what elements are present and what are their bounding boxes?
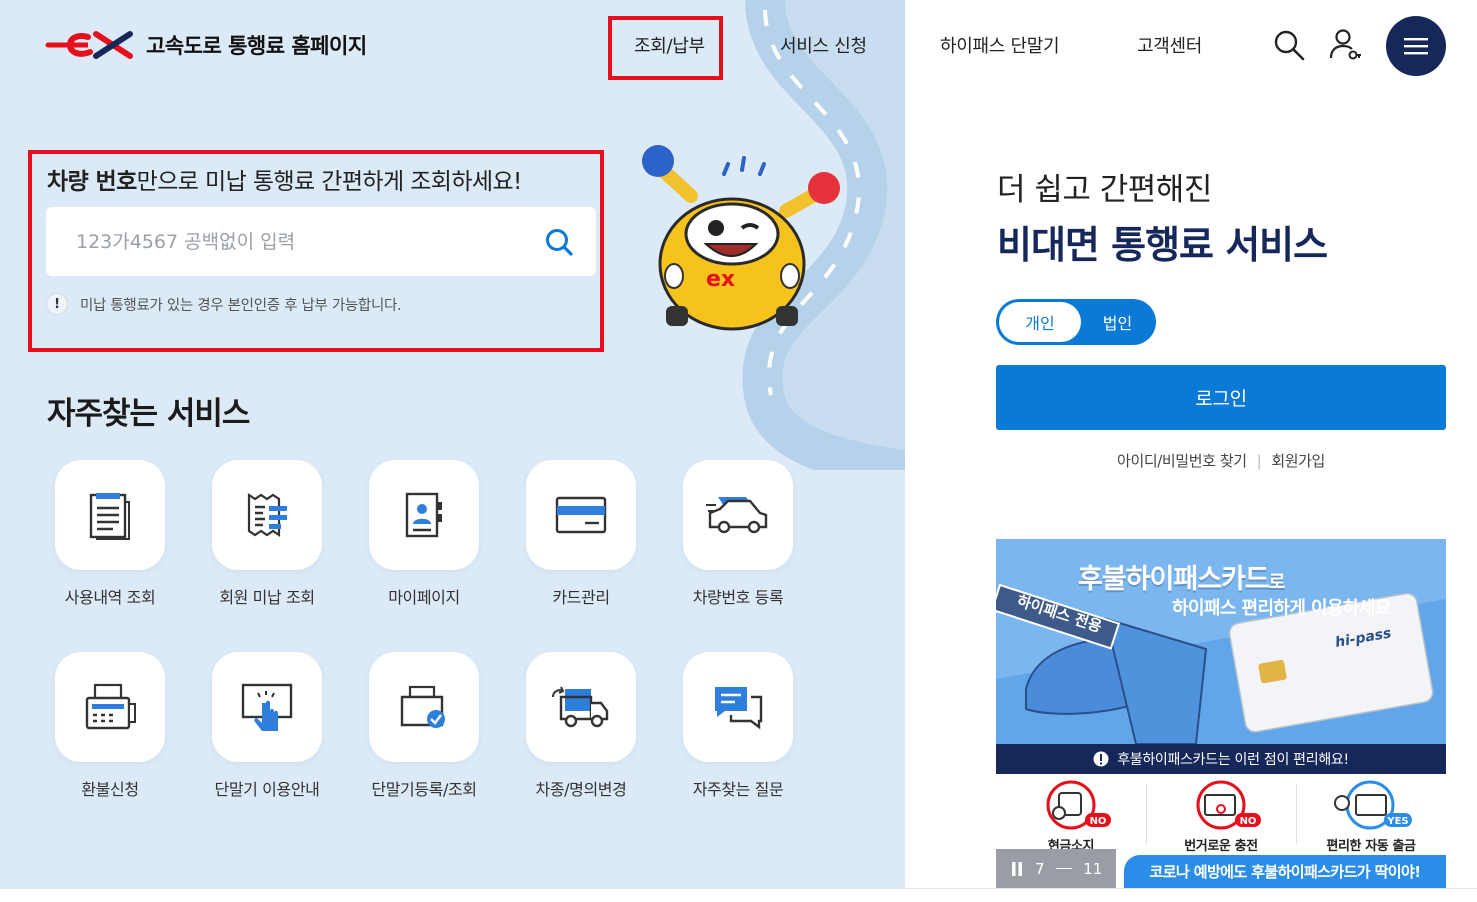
nav-service-apply[interactable]: 서비스 신청 <box>780 32 867 58</box>
nav-hipass-device[interactable]: 하이패스 단말기 <box>940 32 1060 58</box>
pager-divider <box>1055 868 1072 869</box>
service-label: 카드관리 <box>552 588 610 607</box>
search-heading: 차량 번호만으로 미납 통행료 간편하게 조회하세요! <box>47 162 522 196</box>
service-faq[interactable]: 자주찾는 질문 <box>663 652 813 822</box>
banner-pager: 7 11 <box>996 849 1116 888</box>
login-links: 아이디/비밀번호 찾기 | 회원가입 <box>996 450 1446 471</box>
feature-label: 편리한 자동 출금 <box>1326 839 1416 854</box>
service-vehicle-owner-change[interactable]: 차종/명의변경 <box>506 652 656 822</box>
service-device-guide[interactable]: 단말기 이용안내 <box>192 652 342 822</box>
truck-change-icon <box>552 686 609 728</box>
user-profile-icon <box>405 492 442 538</box>
member-type-toggle: 개인 법인 <box>996 299 1156 345</box>
pager-current: 7 <box>1034 859 1045 878</box>
ex-logo-icon <box>45 31 133 59</box>
service-label: 회원 미납 조회 <box>219 588 315 607</box>
service-refund[interactable]: 환불신청 <box>35 652 185 822</box>
service-vehicle-register[interactable]: 차량번호 등록 <box>663 460 813 630</box>
service-label: 차종/명의변경 <box>535 780 627 799</box>
user-login-icon[interactable] <box>1328 28 1362 62</box>
feature-autopay: YES 편리한 자동 출금 <box>1296 779 1446 854</box>
service-tile <box>212 460 322 570</box>
service-label: 자주찾는 질문 <box>692 780 784 799</box>
service-tile <box>212 652 322 762</box>
info-exclamation-icon <box>1093 751 1109 767</box>
toggle-personal[interactable]: 개인 <box>999 302 1081 342</box>
banner-headline-suffix: 로 <box>1268 572 1286 593</box>
nav-customer-center[interactable]: 고객센터 <box>1137 32 1202 58</box>
service-tile <box>55 460 165 570</box>
service-label: 단말기등록/조회 <box>371 780 477 799</box>
menu-icon <box>1404 38 1428 55</box>
nav-inquiry-payment[interactable]: 조회/납부 <box>634 32 705 58</box>
device-check-icon <box>400 685 445 728</box>
exclamation-icon: ! <box>46 293 68 315</box>
notice-text: 미납 통행료가 있는 경우 본인인증 후 납부 가능합니다. <box>80 297 402 314</box>
hamburger-menu-button[interactable] <box>1386 16 1446 76</box>
login-title: 비대면 통행료 서비스 <box>997 223 1328 267</box>
feature-label: 번거로운 충전 <box>1184 839 1258 854</box>
toggle-corporate[interactable]: 법인 <box>1082 302 1153 342</box>
service-label: 차량번호 등록 <box>692 588 784 607</box>
banner-headline-main: 후불하이패스카드 <box>1078 564 1270 595</box>
service-label: 단말기 이용안내 <box>214 780 320 799</box>
service-tile <box>683 652 793 762</box>
card-no-icon: NO <box>1196 780 1261 830</box>
feature-badge: NO <box>1240 816 1257 827</box>
banner-info-strip: 후불하이패스카드는 이런 점이 편리해요! <box>996 744 1446 774</box>
mascot-car-illustration: ex <box>642 145 840 331</box>
chat-bubble-icon <box>715 687 763 730</box>
frequent-services-title: 자주찾는 서비스 <box>47 396 250 432</box>
service-member-unpaid[interactable]: 회원 미납 조회 <box>192 460 342 630</box>
service-tile <box>369 460 479 570</box>
service-label: 환불신청 <box>81 780 139 799</box>
service-label: 마이페이지 <box>388 588 460 607</box>
search-heading-bold: 차량 번호 <box>47 169 137 195</box>
service-tile <box>526 652 636 762</box>
login-button[interactable]: 로그인 <box>996 365 1446 430</box>
search-heading-rest: 만으로 미납 통행료 간편하게 조회하세요! <box>136 169 523 195</box>
feature-badge: NO <box>1090 816 1107 827</box>
find-id-password-link[interactable]: 아이디/비밀번호 찾기 <box>1117 452 1247 470</box>
promo-banner[interactable]: 하이패스 전용 hi-pass 후불하이패스카드로 하이패스 편리하게 이용하세… <box>996 539 1446 888</box>
fax-machine-icon <box>85 683 136 730</box>
vehicle-search-field <box>46 207 596 276</box>
site-logo[interactable]: 고속도로 통행료 홈페이지 <box>44 28 367 62</box>
service-mypage[interactable]: 마이페이지 <box>349 460 499 630</box>
join-link[interactable]: 회원가입 <box>1271 452 1325 470</box>
service-tile <box>369 652 479 762</box>
service-tile <box>683 460 793 570</box>
service-card-management[interactable]: 카드관리 <box>506 460 656 630</box>
feature-badge: YES <box>1386 816 1408 827</box>
feature-charge: NO 번거로운 충전 <box>1146 779 1296 854</box>
footer-strip <box>0 888 1477 902</box>
login-subtitle: 더 쉽고 간편해진 <box>997 172 1212 208</box>
service-label: 사용내역 조회 <box>64 588 156 607</box>
search-submit-icon[interactable] <box>544 227 574 257</box>
banner-caption: 코로나 예방에도 후불하이패스카드가 딱이야! <box>1124 855 1446 888</box>
link-separator: | <box>1256 452 1262 470</box>
service-device-register[interactable]: 단말기등록/조회 <box>349 652 499 822</box>
pause-icon[interactable] <box>1010 861 1024 877</box>
card-yes-icon: YES <box>1334 780 1412 830</box>
document-list-icon <box>89 493 130 540</box>
service-tile <box>55 652 165 762</box>
vehicle-number-input[interactable] <box>46 207 536 276</box>
car-icon <box>706 497 768 534</box>
site-title: 고속도로 통행료 홈페이지 <box>146 34 367 58</box>
service-tile <box>526 460 636 570</box>
service-usage-history[interactable]: 사용내역 조회 <box>35 460 185 630</box>
banner-subline: 하이패스 편리하게 이용하세요 <box>1172 598 1391 619</box>
svg-text:ex: ex <box>706 267 735 292</box>
feature-cash: NO 현금소지 <box>996 779 1146 854</box>
touch-screen-icon <box>241 683 293 731</box>
payment-notice: ! 미납 통행료가 있는 경우 본인인증 후 납부 가능합니다. <box>46 293 402 315</box>
pager-total: 11 <box>1083 859 1103 878</box>
coin-no-icon: NO <box>1046 780 1111 830</box>
banner-headline: 후불하이패스카드로 <box>1078 557 1286 596</box>
search-icon[interactable] <box>1272 28 1306 62</box>
banner-strip-text: 후불하이패스카드는 이런 점이 편리해요! <box>1117 752 1349 768</box>
credit-card-icon <box>555 496 607 534</box>
receipt-icon <box>247 492 287 538</box>
